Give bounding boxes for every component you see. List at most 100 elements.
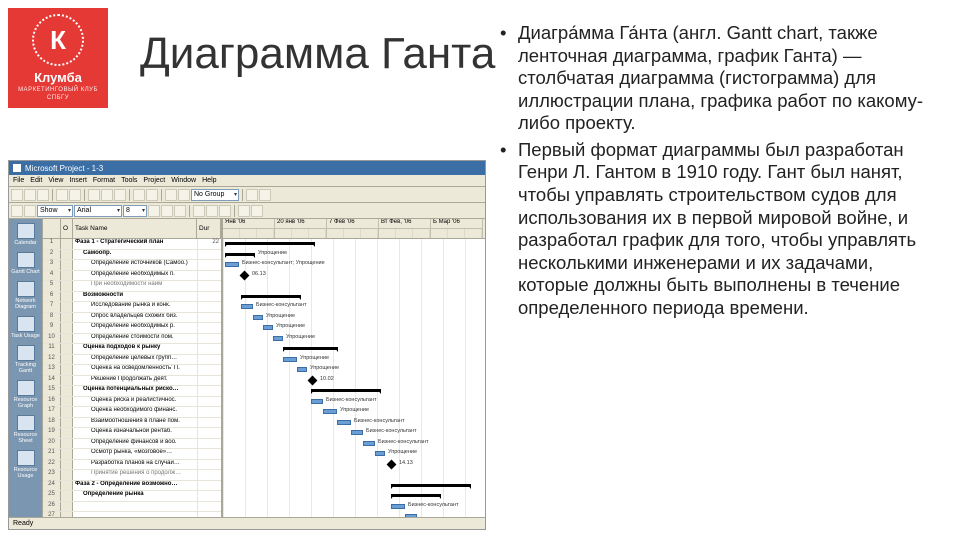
menu-view[interactable]: View: [48, 177, 63, 184]
col-task-name[interactable]: Task Name: [73, 219, 197, 238]
col-duration[interactable]: Dur: [197, 219, 221, 238]
sidebar-item-tracking[interactable]: Tracking Gantt: [9, 343, 42, 376]
table-row[interactable]: 22Разработка планов на случаи…: [43, 460, 221, 471]
sidebar-item-resource-usage[interactable]: Resource Usage: [9, 448, 42, 481]
gantt-bar[interactable]: [363, 441, 375, 446]
table-row[interactable]: 20Определение финансов и воо.: [43, 439, 221, 450]
table-row[interactable]: 16Оценка риска и реалистичнос.: [43, 397, 221, 408]
outdent-button[interactable]: [11, 205, 23, 217]
gantt-bar[interactable]: [241, 304, 253, 309]
table-row[interactable]: 25Определение рынка: [43, 491, 221, 502]
sidebar-item-task-usage[interactable]: Task Usage: [9, 314, 42, 341]
table-row[interactable]: 12Определение целевых групп…: [43, 355, 221, 366]
gantt-bar[interactable]: [323, 409, 337, 414]
gantt-bar[interactable]: [283, 347, 338, 350]
align-left-button[interactable]: [193, 205, 205, 217]
table-row[interactable]: 23Принятие решения о продолж…: [43, 470, 221, 481]
new-button[interactable]: [11, 189, 23, 201]
gantt-bar[interactable]: [225, 262, 239, 267]
table-row[interactable]: 10Определение стоимости пом.: [43, 334, 221, 345]
gantt-bar[interactable]: [337, 420, 351, 425]
table-row[interactable]: 4Определение необходимых п.: [43, 271, 221, 282]
sidebar-item-gantt[interactable]: Gantt Chart: [9, 250, 42, 277]
table-row[interactable]: 7Исследование рынка и конк.: [43, 302, 221, 313]
link-button[interactable]: [165, 189, 177, 201]
table-row[interactable]: 6Возможности: [43, 292, 221, 303]
gantt-bar[interactable]: [391, 504, 405, 509]
menu-project[interactable]: Project: [143, 177, 165, 184]
zoom-in-button[interactable]: [246, 189, 258, 201]
open-button[interactable]: [24, 189, 36, 201]
gantt-bar[interactable]: [351, 430, 363, 435]
menu-file[interactable]: File: [13, 177, 24, 184]
window-titlebar[interactable]: Microsoft Project - 1-3: [9, 161, 485, 175]
font-combo[interactable]: Arial: [74, 205, 122, 217]
table-row[interactable]: 17Оценка необходимого финанс.: [43, 407, 221, 418]
unlink-button[interactable]: [178, 189, 190, 201]
save-button[interactable]: [37, 189, 49, 201]
gantt-bar[interactable]: [253, 315, 263, 320]
align-center-button[interactable]: [206, 205, 218, 217]
gantt-bar[interactable]: [375, 451, 385, 456]
filter-button[interactable]: [238, 205, 250, 217]
menu-format[interactable]: Format: [93, 177, 115, 184]
gantt-bar[interactable]: [297, 367, 307, 372]
group-combo[interactable]: No Group: [191, 189, 239, 201]
undo-button[interactable]: [133, 189, 145, 201]
menu-help[interactable]: Help: [202, 177, 216, 184]
sidebar-item-calendar[interactable]: Calendar: [9, 221, 42, 248]
table-row[interactable]: 5При необходимости найм: [43, 281, 221, 292]
menubar[interactable]: File Edit View Insert Format Tools Proje…: [9, 175, 485, 187]
preview-button[interactable]: [69, 189, 81, 201]
gantt-bar[interactable]: [387, 459, 397, 469]
bold-button[interactable]: [148, 205, 160, 217]
menu-tools[interactable]: Tools: [121, 177, 137, 184]
gantt-bar[interactable]: [225, 242, 315, 245]
table-row[interactable]: 3Определение источников (Самоо.): [43, 260, 221, 271]
gantt-chart-area[interactable]: Янв '0620 янв '067 Фев '06Вт Фев, '06Ь М…: [223, 219, 485, 517]
sidebar-item-resource-graph[interactable]: Resource Graph: [9, 378, 42, 411]
table-row[interactable]: 24Фаза 2 - Определение возможно…: [43, 481, 221, 492]
menu-insert[interactable]: Insert: [69, 177, 87, 184]
autofilter-button[interactable]: [251, 205, 263, 217]
sidebar-item-resource-sheet[interactable]: Resource Sheet: [9, 413, 42, 446]
gantt-bar[interactable]: [241, 295, 301, 298]
gantt-bar[interactable]: [311, 399, 323, 404]
table-row[interactable]: 26: [43, 502, 221, 513]
cut-button[interactable]: [88, 189, 100, 201]
table-row[interactable]: 2Самоопр.: [43, 250, 221, 261]
gantt-bar[interactable]: [273, 336, 283, 341]
zoom-out-button[interactable]: [259, 189, 271, 201]
table-row[interactable]: 15Оценка потенциальных риско…: [43, 386, 221, 397]
indent-button[interactable]: [24, 205, 36, 217]
table-row[interactable]: 9Определение необходимых р.: [43, 323, 221, 334]
gantt-bar[interactable]: [240, 270, 250, 280]
gantt-bar[interactable]: [225, 253, 255, 256]
align-right-button[interactable]: [219, 205, 231, 217]
menu-window[interactable]: Window: [171, 177, 196, 184]
paste-button[interactable]: [114, 189, 126, 201]
sidebar-item-network[interactable]: Network Diagram: [9, 279, 42, 312]
table-row[interactable]: 19Оценка изначальной рентаб.: [43, 428, 221, 439]
redo-button[interactable]: [146, 189, 158, 201]
gantt-bar[interactable]: [283, 357, 297, 362]
gantt-bar[interactable]: [263, 325, 273, 330]
table-row[interactable]: 14Решение Продолжать деят.: [43, 376, 221, 387]
copy-button[interactable]: [101, 189, 113, 201]
gantt-bar[interactable]: [308, 375, 318, 385]
underline-button[interactable]: [174, 205, 186, 217]
show-combo[interactable]: Show: [37, 205, 73, 217]
gantt-bar[interactable]: [311, 389, 381, 392]
table-row[interactable]: 18Взаимоотношения в плане пом.: [43, 418, 221, 429]
table-row[interactable]: 1Фаза 1 - Стратегический план22: [43, 239, 221, 250]
table-row[interactable]: 13Оценка на осведомленность’ П.: [43, 365, 221, 376]
table-row[interactable]: 11Оценка подходов к рынку: [43, 344, 221, 355]
col-indicator[interactable]: O: [61, 219, 73, 238]
table-row[interactable]: 21Осмотр рынка, «мозговое»…: [43, 449, 221, 460]
col-id[interactable]: [43, 219, 61, 238]
gantt-bar[interactable]: [391, 484, 471, 487]
gantt-bar[interactable]: [391, 494, 441, 497]
table-row[interactable]: 8Опрос владельцев схожих биз.: [43, 313, 221, 324]
print-button[interactable]: [56, 189, 68, 201]
menu-edit[interactable]: Edit: [30, 177, 42, 184]
